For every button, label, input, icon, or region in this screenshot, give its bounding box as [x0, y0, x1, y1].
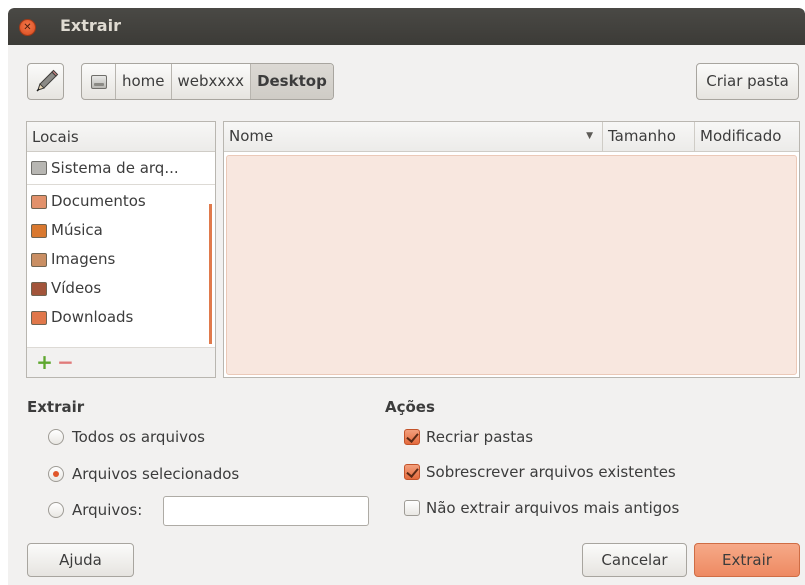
places-toolbar: + − [27, 347, 215, 377]
recreate-folders-label: Recriar pastas [426, 428, 534, 446]
edit-location-button[interactable] [27, 63, 64, 100]
drive-icon [31, 161, 47, 175]
place-item-documents[interactable]: Documentos [27, 187, 215, 216]
place-label: Imagens [51, 250, 116, 268]
pencil-icon [36, 69, 59, 92]
places-scrollbar[interactable] [209, 204, 212, 344]
column-name-label: Nome [229, 127, 274, 145]
file-list-header: Nome ▼ Tamanho Modificado [224, 122, 799, 152]
overwrite-label: Sobrescrever arquivos existentes [426, 463, 676, 481]
titlebar: ✕ Extrair [8, 8, 805, 45]
overwrite-checkbox[interactable] [404, 464, 420, 480]
files-pattern-option[interactable]: Arquivos: [48, 501, 142, 519]
videos-folder-icon [31, 281, 47, 296]
close-icon[interactable]: ✕ [19, 19, 36, 36]
downloads-folder-icon [31, 310, 47, 325]
place-label: Vídeos [51, 279, 102, 297]
breadcrumb: home webxxxx Desktop [81, 63, 334, 100]
all-files-option[interactable]: Todos os arquivos [48, 428, 205, 446]
files-pattern-label: Arquivos: [72, 501, 143, 519]
place-label: Sistema de arq... [51, 158, 179, 177]
breadcrumb-user[interactable]: webxxxx [172, 64, 252, 99]
place-item-downloads[interactable]: Downloads [27, 303, 215, 332]
breadcrumb-home[interactable]: home [116, 64, 172, 99]
place-item-music[interactable]: Música [27, 216, 215, 245]
no-older-checkbox[interactable] [404, 500, 420, 516]
add-place-icon[interactable]: + [35, 352, 54, 372]
column-size[interactable]: Tamanho [603, 122, 695, 151]
selected-files-radio[interactable] [48, 466, 64, 482]
files-pattern-input[interactable] [163, 496, 369, 526]
file-list-body[interactable] [226, 155, 797, 375]
place-item-videos[interactable]: Vídeos [27, 274, 215, 303]
selected-files-label: Arquivos selecionados [72, 465, 240, 483]
all-files-label: Todos os arquivos [72, 428, 205, 446]
place-item-filesystem[interactable]: Sistema de arq... [27, 152, 215, 185]
file-list: Nome ▼ Tamanho Modificado [223, 121, 800, 378]
create-folder-button[interactable]: Criar pasta [696, 63, 799, 100]
extract-section-title: Extrair [27, 398, 85, 416]
no-older-label: Não extrair arquivos mais antigos [426, 499, 680, 517]
no-older-option[interactable]: Não extrair arquivos mais antigos [404, 499, 679, 517]
column-modified[interactable]: Modificado [695, 122, 799, 151]
sort-descending-icon: ▼ [586, 131, 593, 141]
music-folder-icon [31, 223, 47, 238]
documents-folder-icon [31, 194, 47, 209]
extract-button[interactable]: Extrair [694, 543, 800, 577]
places-sidebar: Locais Sistema de arq... Documentos Músi… [26, 121, 216, 378]
selected-files-option[interactable]: Arquivos selecionados [48, 465, 239, 483]
drive-icon [90, 74, 107, 89]
help-button[interactable]: Ajuda [27, 543, 134, 577]
place-label: Downloads [51, 308, 134, 326]
extract-dialog: ✕ Extrair home webxxxx Desktop Criar pas… [8, 8, 805, 585]
remove-place-icon[interactable]: − [56, 352, 75, 372]
actions-section-title: Ações [385, 398, 435, 416]
breadcrumb-desktop[interactable]: Desktop [251, 64, 333, 99]
cancel-button[interactable]: Cancelar [582, 543, 687, 577]
overwrite-option[interactable]: Sobrescrever arquivos existentes [404, 463, 676, 481]
place-label: Música [51, 221, 103, 239]
window-title: Extrair [60, 16, 121, 35]
places-header: Locais [27, 122, 215, 152]
all-files-radio[interactable] [48, 429, 64, 445]
column-name[interactable]: Nome ▼ [224, 122, 603, 151]
breadcrumb-drive[interactable] [82, 64, 116, 99]
place-item-pictures[interactable]: Imagens [27, 245, 215, 274]
recreate-folders-checkbox[interactable] [404, 429, 420, 445]
pictures-folder-icon [31, 252, 47, 267]
place-label: Documentos [51, 192, 146, 210]
files-pattern-radio[interactable] [48, 502, 64, 518]
recreate-folders-option[interactable]: Recriar pastas [404, 428, 533, 446]
